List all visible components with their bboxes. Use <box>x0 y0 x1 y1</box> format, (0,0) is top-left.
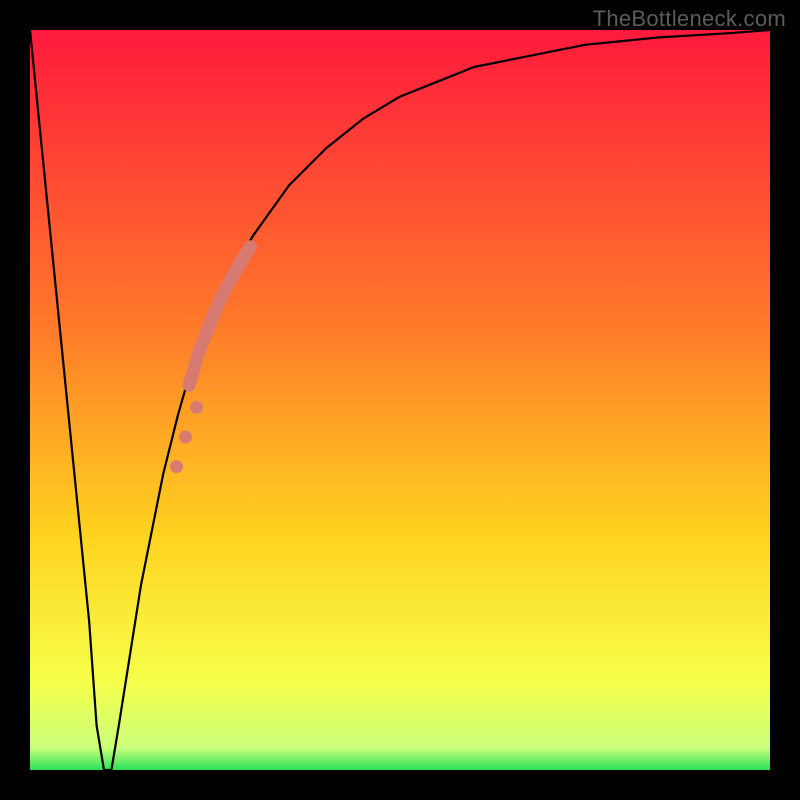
plot-area <box>30 30 770 770</box>
chart-frame: TheBottleneck.com <box>0 0 800 800</box>
highlight-dot <box>170 460 183 473</box>
gradient-background <box>30 30 770 770</box>
highlight-dot <box>190 401 203 414</box>
watermark-text: TheBottleneck.com <box>593 6 786 32</box>
highlight-dot <box>179 431 192 444</box>
chart-svg <box>30 30 770 770</box>
